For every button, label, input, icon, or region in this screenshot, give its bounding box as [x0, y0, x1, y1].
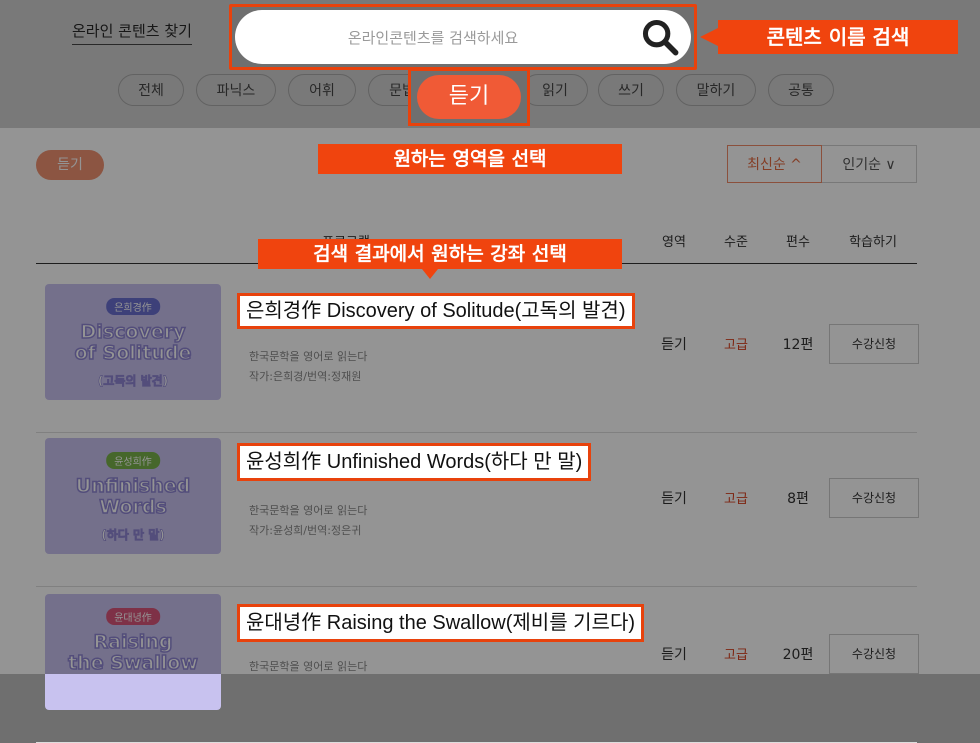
- column-level: 수준: [724, 235, 748, 250]
- highlighted-category[interactable]: 듣기: [408, 68, 530, 126]
- highlighted-search-placeholder: 온라인콘텐츠를 검색하세요: [347, 29, 519, 47]
- course-count: 20편: [782, 647, 814, 663]
- thumb-title-line: the Swallow: [67, 652, 198, 675]
- thumb-subtitle: (하다 만 말): [101, 528, 165, 543]
- thumb-title-line: Unfinished: [75, 475, 191, 498]
- selected-category-tab[interactable]: 듣기: [417, 75, 521, 119]
- course-thumbnail[interactable]: 은희경作 Discovery of Solitude (고독의 발견): [45, 284, 221, 400]
- category-tab-vocabulary[interactable]: 어휘: [288, 74, 356, 106]
- thumb-badge: 윤성희作: [106, 452, 160, 469]
- apply-button[interactable]: 수강신청: [829, 634, 919, 674]
- category-tab-all[interactable]: 전체: [118, 74, 184, 106]
- course-title-link[interactable]: 윤성희作 Unfinished Words(하다 만 말): [237, 443, 592, 481]
- callout-arrow: [700, 28, 718, 46]
- course-area: 듣기: [661, 647, 687, 663]
- column-count: 편수: [786, 235, 810, 250]
- course-area: 듣기: [661, 491, 687, 507]
- highlighted-search-field[interactable]: 온라인콘텐츠를 검색하세요: [235, 10, 691, 64]
- thumb-badge: 윤대녕作: [106, 608, 160, 625]
- category-tab-common[interactable]: 공통: [768, 74, 834, 106]
- category-tab-writing[interactable]: 쓰기: [598, 74, 664, 106]
- course-level: 고급: [724, 648, 748, 663]
- course-area: 듣기: [661, 337, 687, 353]
- thumb-badge: 은희경作: [106, 298, 160, 315]
- callout-area-label: 원하는 영역을 선택: [318, 144, 622, 174]
- category-tab-speaking[interactable]: 말하기: [676, 74, 756, 106]
- results-section: 듣기 최신순 ^ 인기순 ∨ 프로그램 영역 수준 편수 학습하기 은희경作 D…: [0, 128, 980, 743]
- category-tab-reading[interactable]: 읽기: [522, 74, 588, 106]
- thumb-title-line: Discovery: [80, 321, 186, 344]
- apply-button[interactable]: 수강신청: [829, 478, 919, 518]
- course-author: 작가:윤성희/번역:정은귀: [249, 524, 362, 537]
- course-title-link[interactable]: 은희경作 Discovery of Solitude(고독의 발견): [237, 293, 635, 329]
- course-author: 작가:은희경/번역:정재원: [249, 370, 362, 383]
- thumb-title: Unfinished Words: [45, 475, 221, 519]
- course-thumbnail[interactable]: 윤대녕作 Raising the Swallow: [45, 594, 221, 710]
- callout-search-label: 콘텐츠 이름 검색: [718, 20, 958, 54]
- sort-popular-button[interactable]: 인기순 ∨: [822, 145, 917, 183]
- thumb-subtitle: (고독의 발견): [97, 374, 169, 389]
- column-study: 학습하기: [849, 235, 897, 250]
- sort-toggle: 최신순 ^ 인기순 ∨: [727, 145, 917, 183]
- course-description: 한국문학을 영어로 읽는다: [249, 660, 368, 673]
- category-tab-phonics[interactable]: 파닉스: [196, 74, 276, 106]
- callout-arrow: [422, 269, 438, 279]
- course-level: 고급: [724, 338, 748, 353]
- course-count: 8편: [787, 491, 809, 507]
- thumb-title-line: Words: [98, 496, 167, 519]
- course-thumbnail[interactable]: 윤성희作 Unfinished Words (하다 만 말): [45, 438, 221, 554]
- highlighted-search-box[interactable]: 온라인콘텐츠를 검색하세요: [229, 4, 697, 70]
- course-description: 한국문학을 영어로 읽는다: [249, 504, 368, 517]
- selected-category-chip[interactable]: 듣기: [36, 150, 104, 180]
- column-area: 영역: [662, 235, 686, 250]
- finder-title: 온라인 콘텐츠 찾기: [72, 20, 192, 45]
- sort-latest-button[interactable]: 최신순 ^: [727, 145, 822, 183]
- course-description: 한국문학을 영어로 읽는다: [249, 350, 368, 363]
- thumb-title-line: Raising: [93, 631, 173, 654]
- callout-result-label: 검색 결과에서 원하는 강좌 선택: [258, 239, 622, 269]
- course-count: 12편: [782, 337, 814, 353]
- thumb-title-line: of Solitude: [74, 342, 192, 365]
- thumb-title: Discovery of Solitude: [45, 321, 221, 365]
- thumb-title: Raising the Swallow: [45, 631, 221, 675]
- search-icon[interactable]: [641, 18, 679, 56]
- course-level: 고급: [724, 492, 748, 507]
- course-title-link[interactable]: 윤대녕作 Raising the Swallow(제비를 기르다): [237, 604, 645, 642]
- apply-button[interactable]: 수강신청: [829, 324, 919, 364]
